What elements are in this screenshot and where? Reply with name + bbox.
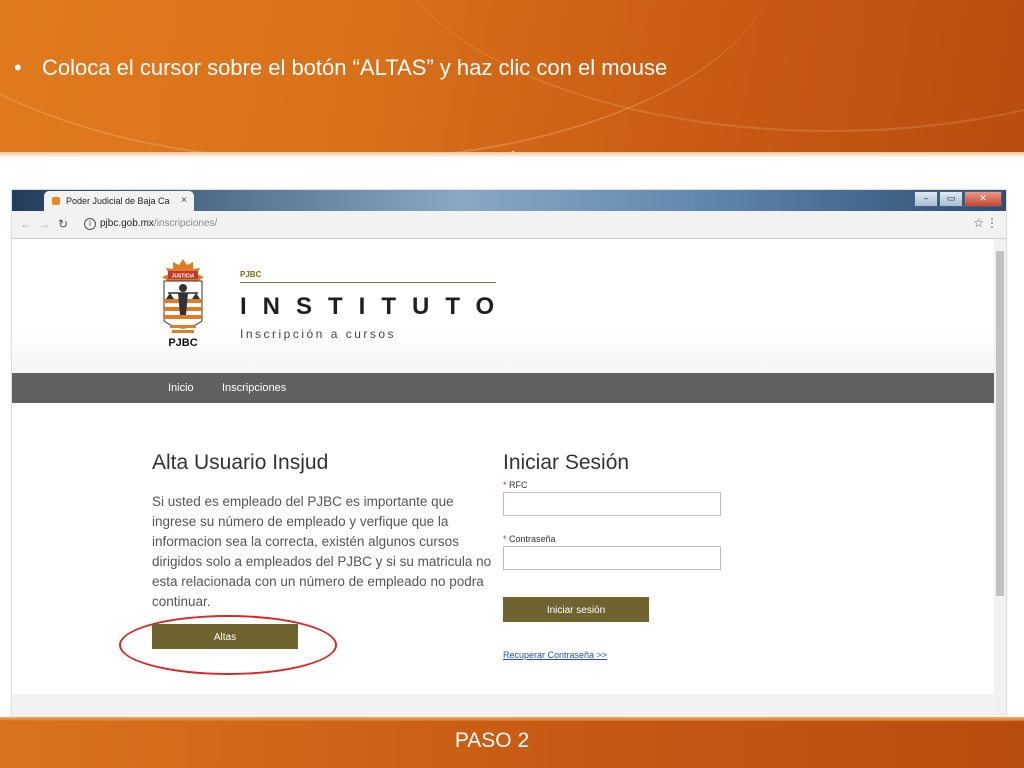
restore-icon[interactable]: ▭ bbox=[939, 191, 963, 207]
address-bar[interactable]: i pjbc.gob.mx/inscripciones/ bbox=[84, 215, 984, 234]
site-title: INSTITUTO bbox=[240, 293, 511, 320]
logo-caption: PJBC bbox=[168, 337, 198, 349]
login-button[interactable]: Iniciar sesión bbox=[503, 597, 649, 622]
page-footer bbox=[12, 694, 994, 717]
rfc-label: * RFC bbox=[503, 480, 528, 490]
header-notch bbox=[500, 150, 526, 158]
instruction-text: Coloca el cursor sobre el botón “ALTAS” … bbox=[42, 55, 668, 80]
bookmark-star-icon[interactable]: ☆ bbox=[973, 216, 984, 230]
favicon-icon bbox=[52, 197, 60, 205]
nav-link-inicio[interactable]: Inicio bbox=[168, 382, 194, 394]
recover-password-link[interactable]: Recuperar Contraseña >> bbox=[503, 650, 607, 660]
site-header: JUSTICIA PJBC PJBC INSTITUTO Inscripción… bbox=[12, 239, 994, 373]
alta-title: Alta Usuario Insjud bbox=[152, 451, 329, 474]
minimize-icon[interactable]: – bbox=[914, 191, 938, 207]
browser-tab[interactable]: Poder Judicial de Baja Ca × bbox=[44, 191, 194, 211]
login-title: Iniciar Sesión bbox=[503, 451, 630, 474]
alta-description: Si usted es empleado del PJBC es importa… bbox=[152, 494, 492, 609]
page-viewport: JUSTICIA PJBC PJBC INSTITUTO Inscripción… bbox=[12, 239, 994, 717]
site-nav: Inicio Inscripciones bbox=[12, 373, 994, 403]
window-controls: – ▭ ✕ bbox=[913, 191, 1002, 207]
tab-close-icon[interactable]: × bbox=[181, 195, 187, 206]
site-subtitle: Inscripción a cursos bbox=[240, 327, 397, 341]
browser-window: Poder Judicial de Baja Ca × – ▭ ✕ ← → ↻ … bbox=[12, 190, 1006, 717]
slide-header: • Coloca el cursor sobre el botón “ALTAS”… bbox=[0, 0, 1024, 158]
slide-footer: PASO 2 bbox=[0, 717, 1024, 768]
forward-icon[interactable]: → bbox=[38, 217, 50, 231]
tab-title: Poder Judicial de Baja Ca bbox=[66, 196, 170, 206]
info-icon[interactable]: i bbox=[84, 218, 96, 230]
scrollbar-thumb[interactable] bbox=[996, 251, 1004, 596]
reload-icon[interactable]: ↻ bbox=[58, 217, 68, 231]
password-label: * Contraseña bbox=[503, 534, 556, 544]
slide-instruction: • Coloca el cursor sobre el botón “ALTAS”… bbox=[14, 55, 667, 81]
pjbc-logo: JUSTICIA bbox=[162, 259, 204, 333]
url-text[interactable]: pjbc.gob.mx/inscripciones/ bbox=[100, 218, 217, 229]
close-window-icon[interactable]: ✕ bbox=[964, 191, 1002, 207]
site-divider bbox=[240, 282, 496, 283]
back-icon[interactable]: ← bbox=[20, 217, 32, 231]
site-small-label: PJBC bbox=[240, 270, 262, 279]
browser-titlebar: Poder Judicial de Baja Ca × – ▭ ✕ bbox=[12, 190, 1006, 211]
page-scrollbar[interactable] bbox=[994, 239, 1006, 717]
logo-banner-text: JUSTICIA bbox=[172, 274, 195, 280]
password-input[interactable] bbox=[503, 546, 721, 570]
browser-toolbar: ← → ↻ i pjbc.gob.mx/inscripciones/ ☆ ⋮ bbox=[12, 211, 1006, 239]
step-label: PASO 2 bbox=[454, 729, 530, 752]
altas-button[interactable]: Altas bbox=[152, 624, 298, 649]
bullet-icon: • bbox=[14, 55, 22, 80]
rfc-input[interactable] bbox=[503, 492, 721, 516]
browser-menu-icon[interactable]: ⋮ bbox=[986, 216, 998, 230]
nav-link-inscripciones[interactable]: Inscripciones bbox=[222, 382, 286, 394]
